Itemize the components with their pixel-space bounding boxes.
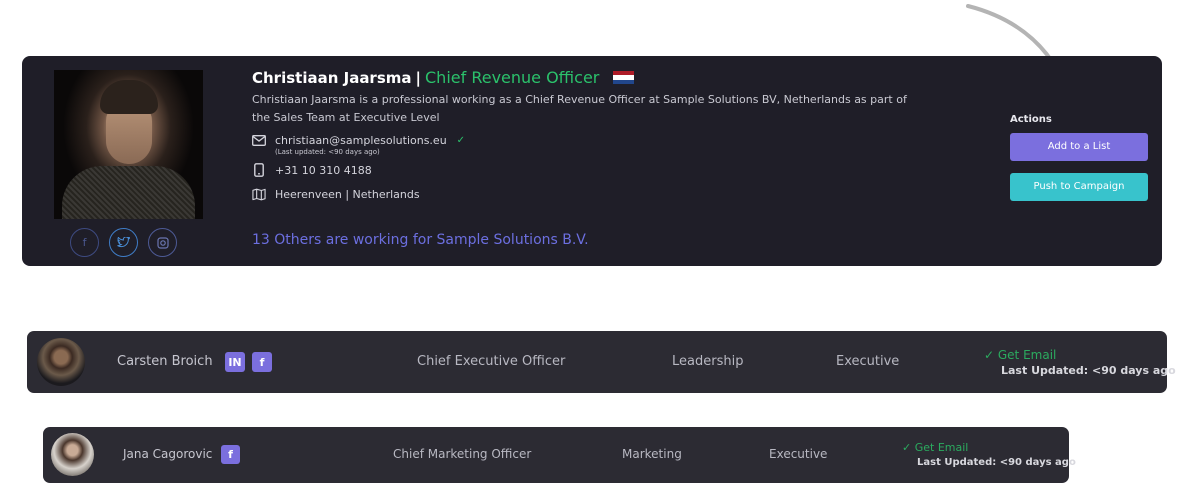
person-row[interactable]: Carsten Broich IN f Chief Executive Offi… — [27, 331, 1176, 393]
linkedin-icon[interactable]: IN — [225, 352, 245, 372]
facebook-icon[interactable]: f — [221, 445, 240, 464]
profile-header: Christiaan Jaarsma | Chief Revenue Offic… — [252, 68, 932, 87]
avatar — [37, 338, 85, 386]
social-links: f — [70, 228, 177, 257]
person-level: Executive — [836, 354, 900, 369]
phone-icon — [252, 163, 266, 177]
facebook-icon[interactable]: f — [252, 352, 272, 372]
person-level: Executive — [769, 447, 828, 461]
facebook-icon[interactable]: f — [70, 228, 99, 257]
get-email-link[interactable]: ✓ Get Email — [902, 441, 968, 454]
twitter-icon[interactable] — [109, 228, 138, 257]
map-icon — [252, 187, 266, 201]
push-to-campaign-button[interactable]: Push to Campaign — [1010, 173, 1148, 201]
profile-info: Christiaan Jaarsma | Chief Revenue Offic… — [252, 68, 932, 201]
name-separator: | — [415, 68, 421, 87]
last-updated: Last Updated: <90 days ago — [917, 457, 1076, 468]
actions-panel: Actions Add to a List Push to Campaign — [1010, 114, 1148, 201]
person-title: Chief Marketing Officer — [393, 447, 532, 461]
location-text: Heerenveen | Netherlands — [275, 187, 420, 201]
last-updated: Last Updated: <90 days ago — [1001, 364, 1176, 377]
add-to-list-button[interactable]: Add to a List — [1010, 133, 1148, 161]
profile-description: Christiaan Jaarsma is a professional wor… — [252, 93, 907, 124]
phone-row: +31 10 310 4188 — [252, 163, 932, 177]
person-department: Leadership — [672, 354, 744, 369]
person-department: Marketing — [622, 447, 682, 461]
profile-name: Christiaan Jaarsma — [252, 68, 412, 87]
person-title: Chief Executive Officer — [417, 354, 566, 369]
instagram-icon[interactable] — [148, 228, 177, 257]
location-row: Heerenveen | Netherlands — [252, 187, 932, 201]
profile-photo — [54, 70, 203, 219]
email-row: christiaan@samplesolutions.eu ✓ — [252, 133, 932, 147]
profile-title: Chief Revenue Officer — [425, 68, 600, 87]
phone-number[interactable]: +31 10 310 4188 — [275, 164, 372, 177]
profile-card: f Christiaan Jaarsma | Chief Revenue Off… — [22, 56, 1162, 266]
actions-label: Actions — [1010, 114, 1052, 125]
get-email-link[interactable]: ✓ Get Email — [984, 348, 1056, 362]
person-name[interactable]: Jana Cagorovic — [123, 447, 212, 461]
person-name[interactable]: Carsten Broich — [117, 354, 213, 369]
email-link[interactable]: christiaan@samplesolutions.eu — [275, 134, 447, 147]
verified-check-icon: ✓ — [456, 134, 466, 146]
netherlands-flag-icon — [613, 71, 635, 84]
avatar — [51, 433, 94, 476]
mail-icon — [252, 133, 266, 147]
others-at-company-link[interactable]: 13 Others are working for Sample Solutio… — [252, 232, 589, 248]
email-last-updated: (Last updated: <90 days ago) — [275, 148, 380, 156]
person-row[interactable]: Jana Cagorovic f Chief Marketing Officer… — [43, 427, 1076, 483]
